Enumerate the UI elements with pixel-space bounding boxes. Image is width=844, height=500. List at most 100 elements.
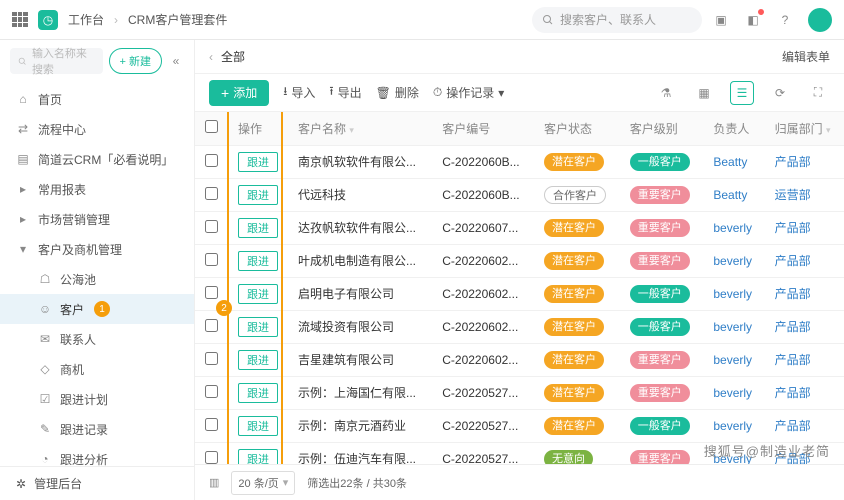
export-link[interactable]: ⭱ 导出: [329, 82, 361, 103]
nav-联系人[interactable]: ✉联系人: [0, 324, 194, 354]
book-icon[interactable]: ▣: [712, 11, 730, 29]
cell-owner[interactable]: beverly: [703, 376, 764, 409]
col-6[interactable]: 归属部门 ▾: [765, 112, 844, 145]
col-2[interactable]: 客户编号: [432, 112, 534, 145]
col-0[interactable]: 操作: [228, 112, 288, 145]
import-link[interactable]: ⭳ 导入: [283, 82, 315, 103]
edit-form-link[interactable]: 编辑表单: [782, 48, 830, 65]
cell-name[interactable]: 达孜帆软软件有限公...: [288, 211, 432, 244]
cell-dept[interactable]: 产品部: [765, 376, 844, 409]
select-all[interactable]: [205, 120, 218, 133]
bell-icon[interactable]: ◧: [744, 11, 762, 29]
col-1[interactable]: 客户名称 ▾: [288, 112, 432, 145]
nav-doc[interactable]: ▤简道云CRM「必看说明」: [0, 144, 194, 174]
log-link[interactable]: ⏱ 操作记录 ▾: [433, 84, 504, 101]
cell-name[interactable]: 示例：南京元酒药业: [288, 409, 432, 442]
follow-button[interactable]: 跟进: [238, 416, 278, 436]
nav-folder[interactable]: ▸市场营销管理: [0, 204, 194, 234]
cell-name[interactable]: 启明电子有限公司: [288, 277, 432, 310]
table-row: 跟进叶成机电制造有限公...C-20220602...潜在客户重要客户bever…: [195, 244, 844, 277]
cell-dept[interactable]: 产品部: [765, 211, 844, 244]
fullscreen-icon[interactable]: ⛶: [806, 81, 830, 105]
page-size-select[interactable]: 20 条/页▾: [231, 471, 295, 495]
follow-button[interactable]: 跟进: [238, 383, 278, 403]
row-check[interactable]: [205, 220, 218, 233]
row-check[interactable]: [205, 352, 218, 365]
delete-link[interactable]: 🗑 删除: [376, 84, 419, 101]
cell-dept[interactable]: 产品部: [765, 277, 844, 310]
row-check[interactable]: [205, 319, 218, 332]
cell-owner[interactable]: beverly: [703, 310, 764, 343]
follow-button[interactable]: 跟进: [238, 251, 278, 271]
follow-button[interactable]: 跟进: [238, 185, 278, 205]
follow-button[interactable]: 跟进: [238, 284, 278, 304]
follow-button[interactable]: 跟进: [238, 350, 278, 370]
follow-button[interactable]: 跟进: [238, 449, 278, 465]
view-list-icon[interactable]: ☰: [730, 81, 754, 105]
cell-name[interactable]: 南京帆软软件有限公...: [288, 145, 432, 178]
cell-owner[interactable]: beverly: [703, 244, 764, 277]
nav-home[interactable]: ⌂首页: [0, 84, 194, 114]
nav-商机[interactable]: ◇商机: [0, 354, 194, 384]
nav-flow[interactable]: ⇄流程中心: [0, 114, 194, 144]
cell-dept[interactable]: 产品部: [765, 244, 844, 277]
row-check[interactable]: [205, 451, 218, 464]
follow-button[interactable]: 跟进: [238, 152, 278, 172]
cell-name[interactable]: 叶成机电制造有限公...: [288, 244, 432, 277]
cell-owner[interactable]: beverly: [703, 409, 764, 442]
nav-跟进计划[interactable]: ☑跟进计划: [0, 384, 194, 414]
breadcrumb-suite[interactable]: CRM客户管理套件: [128, 11, 227, 28]
row-check[interactable]: [205, 154, 218, 167]
cell-dept[interactable]: 运营部: [765, 178, 844, 211]
row-check[interactable]: [205, 418, 218, 431]
add-button[interactable]: +添加: [209, 80, 269, 106]
nav-公海池[interactable]: ☖公海池: [0, 264, 194, 294]
nav-folder[interactable]: ▾客户及商机管理: [0, 234, 194, 264]
nav-跟进分析[interactable]: ◔跟进分析: [0, 444, 194, 466]
apps-icon[interactable]: [12, 12, 28, 28]
columns-icon[interactable]: ▥: [209, 476, 219, 489]
view-card-icon[interactable]: ▦: [692, 81, 716, 105]
cell-owner[interactable]: Beatty: [703, 145, 764, 178]
cell-owner[interactable]: beverly: [703, 277, 764, 310]
breadcrumb-workspace[interactable]: 工作台: [68, 11, 104, 28]
cell-name[interactable]: 吉星建筑有限公司: [288, 343, 432, 376]
analysis-icon: ◔: [38, 452, 52, 466]
follow-button[interactable]: 跟进: [238, 317, 278, 337]
cell-name[interactable]: 代远科技: [288, 178, 432, 211]
help-icon[interactable]: ?: [776, 11, 794, 29]
cell-dept[interactable]: 产品部: [765, 343, 844, 376]
global-search[interactable]: 搜索客户、联系人: [532, 7, 702, 33]
cell-dept[interactable]: 产品部: [765, 310, 844, 343]
tab-all[interactable]: 全部: [221, 48, 245, 65]
row-check[interactable]: [205, 253, 218, 266]
collapse-icon[interactable]: «: [168, 54, 184, 68]
cell-dept[interactable]: 产品部: [765, 145, 844, 178]
refresh-icon[interactable]: ⟳: [768, 81, 792, 105]
cell-owner[interactable]: Beatty: [703, 178, 764, 211]
nav-folder[interactable]: ▸常用报表: [0, 174, 194, 204]
chevron-right-icon: ›: [114, 13, 118, 27]
admin-link[interactable]: ✲ 管理后台: [0, 466, 194, 500]
row-check[interactable]: [205, 187, 218, 200]
new-button[interactable]: + 新建: [109, 48, 162, 74]
follow-button[interactable]: 跟进: [238, 218, 278, 238]
cell-name[interactable]: 示例：上海国仁有限...: [288, 376, 432, 409]
avatar[interactable]: [808, 8, 832, 32]
nav-客户[interactable]: ☺客户1: [0, 294, 194, 324]
cell-level: 一般客户: [620, 277, 704, 310]
row-check[interactable]: [205, 385, 218, 398]
nav-跟进记录[interactable]: ✎跟进记录: [0, 414, 194, 444]
filter-icon[interactable]: ⚗: [654, 81, 678, 105]
cell-name[interactable]: 示例：伍迪汽车有限...: [288, 442, 432, 464]
col-4[interactable]: 客户级别: [620, 112, 704, 145]
sidebar-search[interactable]: 输入名称来搜索: [10, 48, 103, 74]
col-5[interactable]: 负责人: [703, 112, 764, 145]
cell-name[interactable]: 流域投资有限公司: [288, 310, 432, 343]
chevron-left-icon[interactable]: ‹: [209, 50, 213, 64]
col-3[interactable]: 客户状态: [534, 112, 620, 145]
row-check[interactable]: [205, 286, 218, 299]
cell-owner[interactable]: beverly: [703, 211, 764, 244]
cell-owner[interactable]: beverly: [703, 343, 764, 376]
cell-dept[interactable]: 产品部: [765, 409, 844, 442]
